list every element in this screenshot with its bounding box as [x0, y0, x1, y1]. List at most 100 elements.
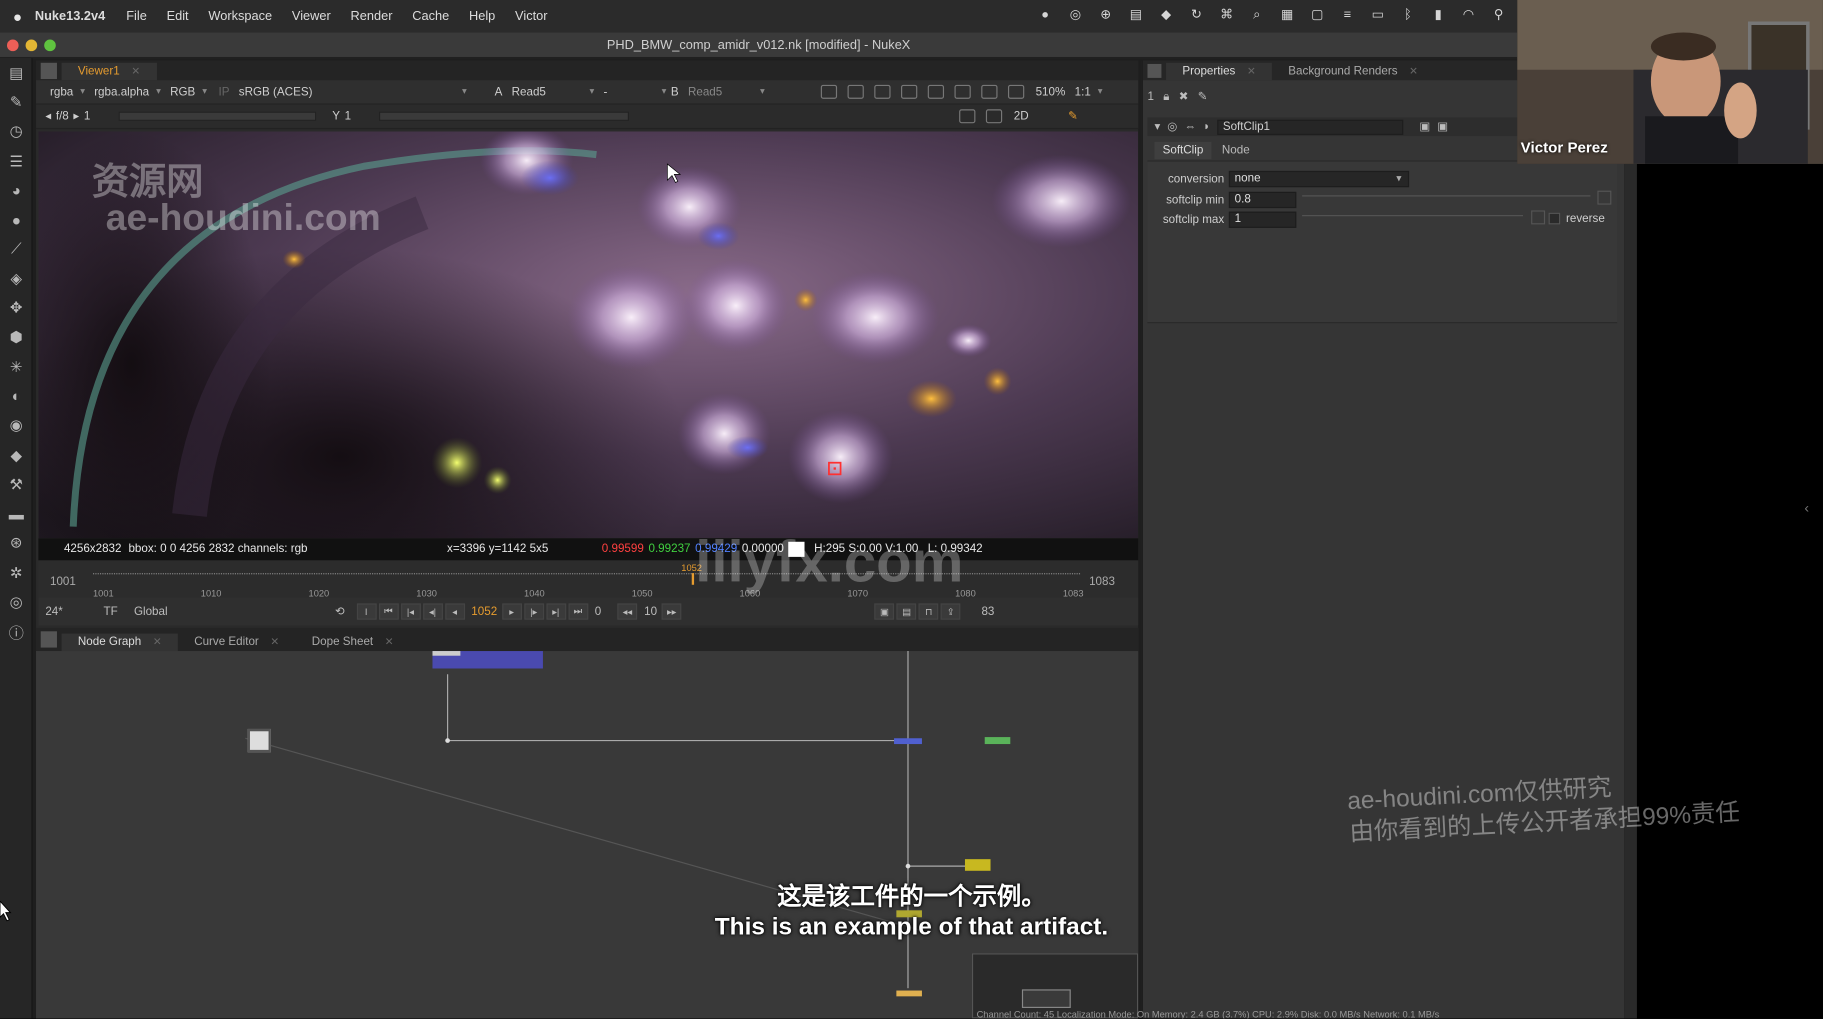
transform-tool-icon[interactable]: ✥: [0, 293, 33, 322]
node-blue-small[interactable]: [894, 738, 922, 745]
max-panels-field[interactable]: 1: [1147, 90, 1153, 103]
color-tool-icon[interactable]: ◕: [0, 176, 33, 205]
downscale-icon[interactable]: [927, 84, 944, 99]
step-back-icon[interactable]: ◂|: [422, 603, 443, 620]
node-thumbnail[interactable]: [247, 728, 271, 753]
reverse-checkbox[interactable]: [1548, 212, 1561, 225]
softclip-min-field[interactable]: 0.8: [1228, 191, 1297, 209]
decrement-icon[interactable]: ◂◂: [617, 603, 638, 620]
toolsets-tool-icon[interactable]: ⚒: [0, 470, 33, 499]
draw-tool-icon[interactable]: ✎: [0, 88, 33, 117]
close-tab-icon[interactable]: ✕: [153, 636, 162, 648]
frame-fraction[interactable]: f/8: [56, 110, 69, 123]
menu-victor[interactable]: Victor: [515, 9, 547, 23]
node-graph-canvas[interactable]: [36, 651, 1139, 1019]
increment-icon[interactable]: ▸▸: [661, 603, 682, 620]
channels-dropdown[interactable]: rgba: [45, 85, 85, 98]
navigator-viewport[interactable]: [1021, 989, 1071, 1008]
tab-viewer1[interactable]: Viewer1 ✕: [61, 62, 157, 81]
display-icon[interactable]: ▭: [1368, 7, 1387, 23]
battery-icon[interactable]: ▮: [1429, 7, 1448, 23]
grid-icon[interactable]: ⌘: [1217, 7, 1236, 23]
softclip-min-slider[interactable]: [1302, 195, 1591, 204]
paint-tool-icon[interactable]: ✎: [1068, 110, 1078, 123]
ocula-tool-icon[interactable]: ✲: [0, 558, 33, 587]
gain-slider[interactable]: [118, 111, 316, 121]
gamma-value[interactable]: 1: [345, 110, 351, 123]
skip-frames-field[interactable]: 0: [595, 605, 601, 618]
search-app-icon[interactable]: ⌕: [1247, 7, 1266, 23]
scale-handle-icon[interactable]: [985, 109, 1003, 124]
app-name-menu[interactable]: Nuke13.2v4: [35, 9, 105, 23]
play-forward-icon[interactable]: ▸: [501, 603, 522, 620]
menu-workspace[interactable]: Workspace: [208, 9, 272, 23]
colorspace-dropdown[interactable]: sRGB (ACES): [234, 85, 467, 98]
composite-dropdown[interactable]: -: [599, 85, 666, 98]
next-frame-icon[interactable]: ▸: [73, 110, 79, 123]
region-icon[interactable]: [847, 84, 864, 99]
lock-range-icon[interactable]: ⊓: [918, 603, 939, 620]
layout-icon[interactable]: ▦: [1278, 7, 1297, 23]
next-key-icon[interactable]: ▸|: [545, 603, 566, 620]
deep-tool-icon[interactable]: ◐: [0, 382, 33, 411]
lock-panel-icon[interactable]: 🔒︎: [1163, 90, 1169, 103]
close-tab-icon[interactable]: ✕: [1247, 65, 1256, 77]
lock-viewer-icon[interactable]: [1007, 84, 1024, 99]
softclip-max-field[interactable]: 1: [1228, 211, 1297, 228]
view-mode[interactable]: 2D: [1014, 110, 1029, 123]
input-b-dropdown[interactable]: Read5: [683, 85, 765, 98]
first-frame-icon[interactable]: ⏮: [378, 603, 399, 620]
prev-frame-icon[interactable]: ◂: [45, 110, 51, 123]
cache-icon[interactable]: ▤: [896, 603, 917, 620]
diamond-icon[interactable]: ◆: [1157, 7, 1176, 23]
refresh-viewer-icon[interactable]: [954, 84, 971, 99]
particles-tool-icon[interactable]: ✳: [0, 352, 33, 381]
box-icon[interactable]: ▢: [1308, 7, 1327, 23]
3d-tool-icon[interactable]: ⬢: [0, 323, 33, 352]
menu-cache[interactable]: Cache: [412, 9, 449, 23]
edit-panel-icon[interactable]: ✎: [1198, 90, 1208, 103]
display-channels-dropdown[interactable]: RGB: [165, 85, 206, 98]
zoom-level[interactable]: 510%: [1036, 85, 1066, 98]
screen-icon[interactable]: ▤: [1127, 7, 1146, 23]
last-frame-icon[interactable]: ⏭: [567, 603, 588, 620]
pause-viewer-icon[interactable]: [980, 84, 998, 99]
spotlight-icon[interactable]: ⚲: [1489, 7, 1508, 23]
timeframe-dropdown[interactable]: TF: [103, 605, 117, 618]
menu-help[interactable]: Help: [469, 9, 495, 23]
step-forward-icon[interactable]: |▸: [523, 603, 544, 620]
menu-file[interactable]: File: [126, 9, 147, 23]
tab-background-renders[interactable]: Background Renders ✕: [1272, 63, 1434, 80]
image-tool-icon[interactable]: ▤: [0, 58, 33, 87]
wifi-icon[interactable]: ◠: [1459, 7, 1478, 23]
alpha-channel-dropdown[interactable]: rgba.alpha: [90, 85, 161, 98]
timeline-end[interactable]: 1083: [1089, 575, 1115, 588]
bluetooth-icon[interactable]: ᛒ: [1399, 7, 1418, 23]
crop-guide-icon[interactable]: [959, 109, 976, 124]
tray-icon[interactable]: ≡: [1338, 7, 1357, 23]
views-tool-icon[interactable]: ◉: [0, 411, 33, 440]
node-color-icon[interactable]: ◗: [1203, 120, 1210, 133]
furnace-tool-icon[interactable]: ⊛: [0, 529, 33, 558]
viewer-image[interactable]: 资源网 ae-houdini.com: [38, 131, 1139, 539]
input-a-dropdown[interactable]: Read5: [507, 85, 595, 98]
animation-menu-icon[interactable]: [1531, 210, 1546, 225]
close-panel-icon[interactable]: ▣: [1437, 120, 1448, 133]
end-frame-field[interactable]: 83: [981, 605, 994, 618]
tab-node-graph[interactable]: Node Graph ✕: [61, 633, 178, 652]
loop-icon[interactable]: ⟲: [335, 605, 345, 618]
node-name-field[interactable]: SoftClip1: [1217, 119, 1404, 135]
node-center-icon[interactable]: ⇔: [1184, 120, 1196, 133]
metadata-tool-icon[interactable]: ◆: [0, 440, 33, 469]
export-icon[interactable]: ⇪: [940, 603, 961, 620]
menu-viewer[interactable]: Viewer: [292, 9, 331, 23]
close-window-button[interactable]: [6, 39, 19, 52]
tab-dope-sheet[interactable]: Dope Sheet ✕: [295, 634, 409, 651]
roi-icon[interactable]: [820, 84, 837, 99]
clear-panels-icon[interactable]: ✖: [1179, 90, 1189, 103]
node-orange[interactable]: [896, 990, 922, 997]
pane-menu-icon[interactable]: [40, 62, 57, 80]
node-yellow[interactable]: [964, 859, 991, 871]
conversion-dropdown[interactable]: none: [1228, 170, 1410, 188]
pixel-ratio-dropdown[interactable]: 1:1: [1070, 85, 1103, 98]
